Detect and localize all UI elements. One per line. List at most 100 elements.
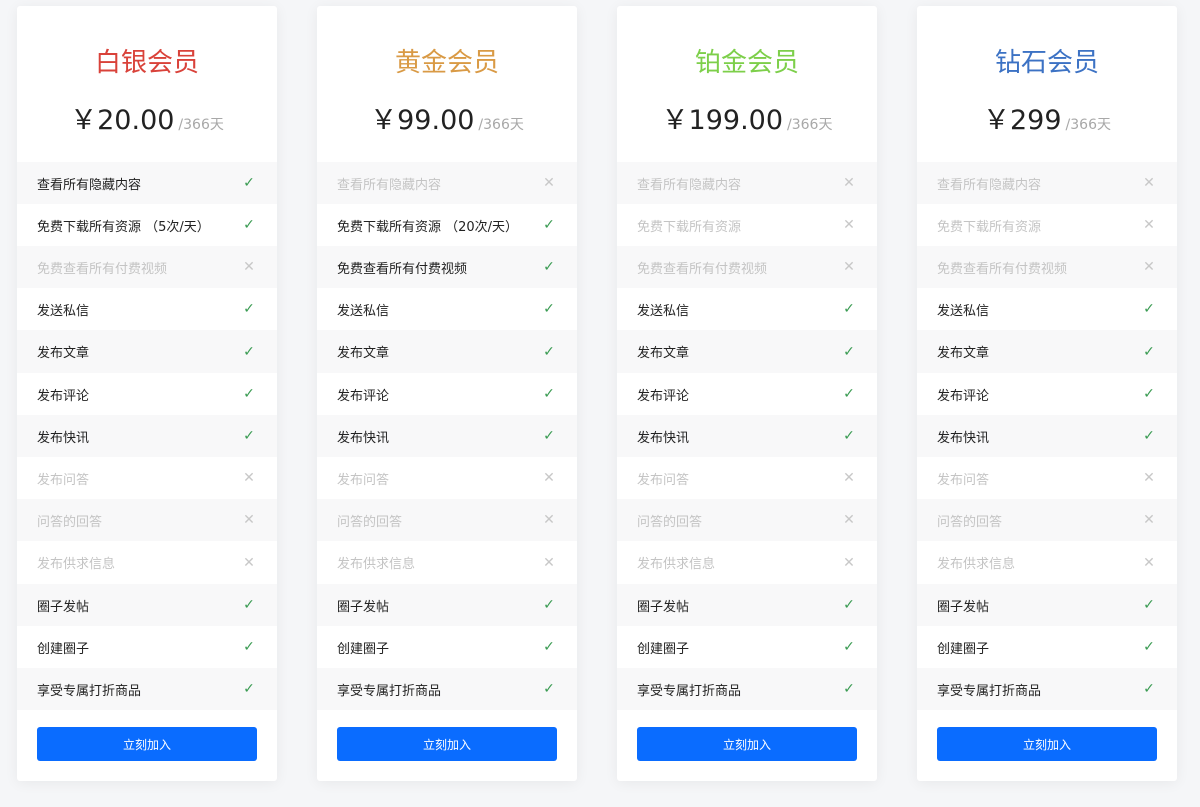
- feature-row: 免费查看所有付费视频 ✕: [17, 246, 277, 288]
- feature-label: 发布快讯: [937, 430, 990, 446]
- check-icon: ✓: [243, 217, 255, 233]
- feature-label: 发布问答: [337, 472, 390, 488]
- feature-label: 发布供求信息: [637, 557, 716, 572]
- check-icon: ✓: [1143, 386, 1155, 402]
- feature-label: 享受专属打折商品: [37, 683, 142, 699]
- feature-row: 发布评论 ✓: [917, 373, 1177, 415]
- check-icon: ✓: [543, 597, 555, 613]
- cross-icon: ✕: [843, 175, 855, 191]
- feature-label: 查看所有隐藏内容: [637, 177, 742, 193]
- feature-list: 查看所有隐藏内容 ✓ 免费下载所有资源 （5次/天） ✓ 免费查看所有付费视频 ✕ 发送私信…: [17, 162, 277, 710]
- feature-row: 免费下载所有资源 （20次/天） ✓: [317, 204, 577, 246]
- plan-card-silver: 白银会员 ￥20.00/366天 查看所有隐藏内容 ✓ 免费下载所有资源 （5次/天） ✓…: [17, 6, 277, 781]
- check-icon: ✓: [843, 639, 855, 655]
- feature-row: 发布评论 ✓: [617, 373, 877, 415]
- feature-row: 发布问答 ✕: [617, 457, 877, 499]
- feature-label: 圈子发帖: [337, 599, 390, 615]
- feature-label: 问答的回答: [637, 514, 703, 530]
- cross-icon: ✕: [1143, 470, 1155, 486]
- price-period: /366天: [1065, 117, 1111, 133]
- check-icon: ✓: [1143, 597, 1155, 613]
- check-icon: ✓: [543, 681, 555, 697]
- feature-row: 发布供求信息 ✕: [617, 541, 877, 584]
- feature-row: 创建圈子 ✓: [917, 626, 1177, 668]
- check-icon: ✓: [543, 639, 555, 655]
- plan-price: ￥99.00/366天: [317, 101, 577, 145]
- feature-row: 发布评论 ✓: [317, 373, 577, 415]
- feature-label: 发送私信: [637, 303, 690, 319]
- feature-label: 免费下载所有资源: [937, 219, 1042, 235]
- feature-row: 圈子发帖 ✓: [617, 584, 877, 626]
- check-icon: ✓: [243, 428, 255, 444]
- join-button[interactable]: 立刻加入: [937, 727, 1157, 761]
- feature-row: 发布快讯 ✓: [317, 415, 577, 457]
- feature-label: 发送私信: [37, 303, 90, 319]
- feature-row: 创建圈子 ✓: [317, 626, 577, 668]
- feature-label: 免费下载所有资源: [637, 219, 742, 235]
- cross-icon: ✕: [543, 470, 555, 486]
- feature-label: 发布文章: [337, 346, 390, 361]
- feature-row: 发布快讯 ✓: [17, 415, 277, 457]
- feature-row: 发布问答 ✕: [317, 457, 577, 499]
- feature-label: 免费下载所有资源 （20次/天）: [337, 219, 519, 235]
- check-icon: ✓: [543, 343, 555, 360]
- feature-row: 查看所有隐藏内容 ✕: [617, 162, 877, 204]
- feature-row: 免费下载所有资源 ✕: [917, 204, 1177, 246]
- feature-row: 免费下载所有资源 （5次/天） ✓: [17, 204, 277, 246]
- feature-label: 发送私信: [937, 303, 990, 319]
- feature-label: 发布评论: [637, 388, 690, 404]
- feature-row: 发布问答 ✕: [17, 457, 277, 499]
- join-button[interactable]: 立刻加入: [37, 727, 257, 761]
- feature-label: 发布评论: [337, 388, 390, 404]
- join-button[interactable]: 立刻加入: [637, 727, 857, 761]
- price-amount: ￥20.00: [70, 105, 175, 136]
- feature-row: 发送私信 ✓: [317, 288, 577, 330]
- feature-row: 问答的回答 ✕: [617, 499, 877, 541]
- check-icon: ✓: [1143, 681, 1155, 697]
- check-icon: ✓: [843, 597, 855, 613]
- feature-row: 发送私信 ✓: [617, 288, 877, 330]
- feature-list: 查看所有隐藏内容 ✕ 免费下载所有资源 ✕ 免费查看所有付费视频 ✕ 发送私信 ✓ 发布文章 ✓ 发…: [917, 162, 1177, 710]
- feature-label: 发送私信: [337, 303, 390, 319]
- check-icon: ✓: [543, 428, 555, 444]
- feature-label: 发布问答: [937, 472, 990, 488]
- feature-label: 圈子发帖: [937, 599, 990, 615]
- feature-row: 享受专属打折商品 ✓: [317, 668, 577, 710]
- feature-row: 发送私信 ✓: [917, 288, 1177, 330]
- feature-label: 享受专属打折商品: [637, 683, 742, 699]
- join-button[interactable]: 立刻加入: [337, 727, 557, 761]
- feature-row: 发布文章 ✓: [317, 330, 577, 373]
- cross-icon: ✕: [543, 512, 555, 528]
- cross-icon: ✕: [843, 470, 855, 486]
- feature-row: 发布文章 ✓: [617, 330, 877, 373]
- feature-row: 问答的回答 ✕: [17, 499, 277, 541]
- plan-title: 白银会员: [94, 48, 199, 78]
- feature-row: 圈子发帖 ✓: [17, 584, 277, 626]
- check-icon: ✓: [843, 681, 855, 697]
- plan-title: 黄金会员: [394, 48, 499, 78]
- feature-label: 发布快讯: [637, 430, 690, 446]
- cross-icon: ✕: [843, 554, 855, 571]
- feature-label: 免费下载所有资源 （5次/天）: [37, 219, 210, 235]
- feature-row: 发布供求信息 ✕: [17, 541, 277, 584]
- plan-price: ￥20.00/366天: [17, 101, 277, 145]
- cross-icon: ✕: [1143, 512, 1155, 528]
- plan-card-platinum: 铂金会员 ￥199.00/366天 查看所有隐藏内容 ✕ 免费下载所有资源 ✕ 免费查看所有…: [617, 6, 877, 781]
- check-icon: ✓: [243, 639, 255, 655]
- price-period: /366天: [478, 117, 524, 133]
- cross-icon: ✕: [243, 470, 255, 486]
- feature-label: 创建圈子: [37, 641, 90, 657]
- feature-label: 免费查看所有付费视频: [637, 261, 768, 277]
- feature-label: 圈子发帖: [37, 599, 90, 615]
- check-icon: ✓: [1143, 428, 1155, 444]
- pricing-page: 白银会员 ￥20.00/366天查看所有隐藏内容 ✓ 免费下载所有资源 （5次/天） ✓…: [0, 0, 1200, 807]
- feature-label: 发布供求信息: [337, 557, 416, 572]
- feature-label: 免费查看所有付费视频: [337, 261, 468, 277]
- cross-icon: ✕: [843, 512, 855, 528]
- feature-row: 免费查看所有付费视频 ✕: [617, 246, 877, 288]
- feature-label: 免费查看所有付费视频: [37, 261, 168, 277]
- price-period: /366天: [178, 117, 224, 133]
- check-icon: ✓: [543, 386, 555, 402]
- feature-label: 享受专属打折商品: [337, 683, 442, 699]
- feature-label: 发布供求信息: [37, 557, 116, 572]
